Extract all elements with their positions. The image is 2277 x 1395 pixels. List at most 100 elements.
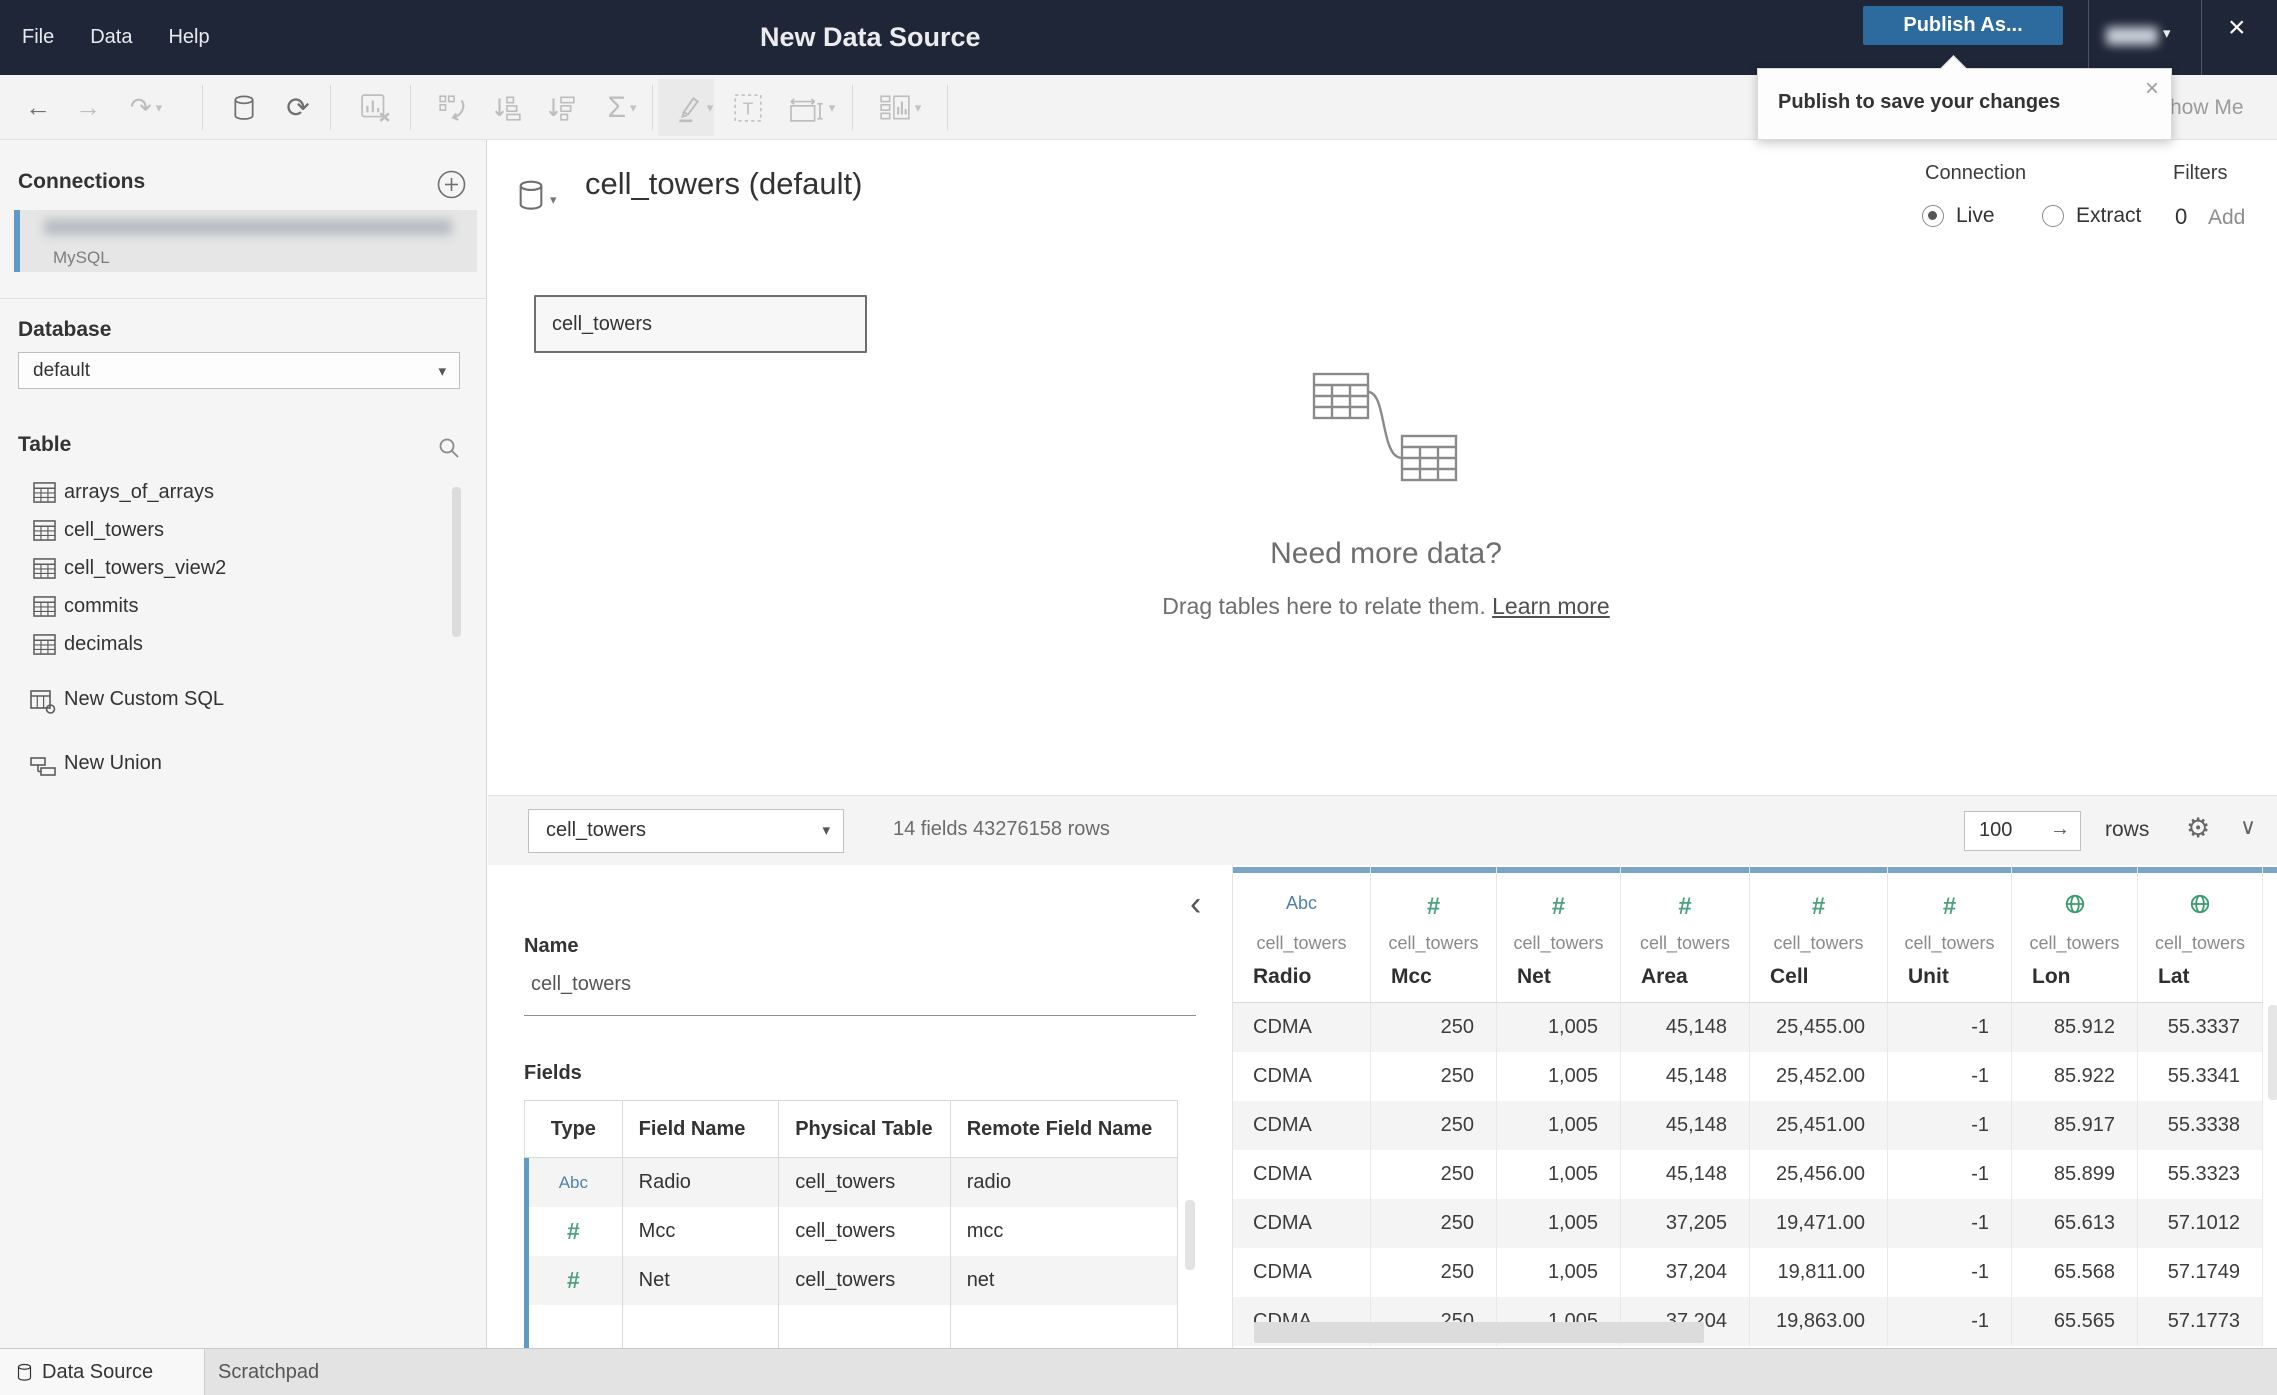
datasource-cylinder-icon[interactable]	[518, 180, 544, 211]
new-custom-sql-button[interactable]: New Custom SQL	[0, 683, 487, 721]
publish-as-button[interactable]: Publish As...	[1863, 6, 2063, 45]
grid-cell: 250	[1371, 1248, 1497, 1297]
column-header-strip	[1233, 867, 1370, 873]
grid-data-row[interactable]: CDMA 250 1,005 45,148 25,455.00 -1 85.912 55.33…	[1233, 1003, 2263, 1052]
tab-data-source[interactable]: Data Source	[0, 1349, 205, 1395]
grid-data-row[interactable]: CDMA 250 1,005 45,148 25,451.00 -1 85.917 55.33…	[1233, 1101, 2263, 1150]
preview-table-select-value: cell_towers	[546, 819, 647, 841]
refresh-icon[interactable]: ⟳	[280, 75, 316, 140]
grid-cell: 250	[1371, 1101, 1497, 1150]
new-union-button[interactable]: New Union	[0, 747, 487, 785]
extract-radio[interactable]	[2042, 205, 2064, 227]
fields-table-cell: Radio	[623, 1158, 780, 1207]
fields-table-row[interactable]: # Net cell_towers net	[524, 1256, 1177, 1305]
grid-vertical-scrollbar[interactable]	[2268, 1005, 2277, 1100]
table-list-item-label: commits	[64, 594, 139, 617]
connections-title: Connections	[18, 170, 146, 193]
new-union-label: New Union	[64, 752, 162, 774]
learn-more-link[interactable]: Learn more	[1492, 593, 1610, 619]
tooltip-close-icon[interactable]: ×	[2145, 75, 2159, 103]
grid-column-header-mcc[interactable]: # cell_towers Mcc	[1371, 867, 1497, 1002]
table-list: arrays_of_arrays cell_towers cell_towers_v…	[0, 473, 487, 663]
grid-cell: CDMA	[1233, 1101, 1371, 1150]
column-name: Unit	[1908, 965, 1949, 988]
grid-cell: 65.613	[2012, 1199, 2138, 1248]
grid-column-header-radio[interactable]: Abc cell_towers Radio	[1233, 867, 1371, 1002]
database-select[interactable]: default ▾	[18, 352, 460, 389]
undo-icon[interactable]: ←	[20, 75, 56, 140]
show-cards-icon[interactable]: ▾	[868, 75, 932, 140]
sort-descending-icon[interactable]	[540, 75, 582, 140]
fit-view-icon[interactable]: ▾	[778, 75, 844, 140]
grid-column-header-cell[interactable]: # cell_towers Cell	[1750, 867, 1888, 1002]
sidebar-scrollbar[interactable]	[452, 487, 461, 637]
extract-radio-group[interactable]: Extract	[2042, 204, 2141, 228]
menu-help[interactable]: Help	[168, 26, 209, 49]
grid-cell: 1,005	[1497, 1150, 1621, 1199]
grid-cell: 19,811.00	[1750, 1248, 1888, 1297]
reset-icon[interactable]: ↷ ▾	[116, 75, 176, 140]
table-search-icon[interactable]	[437, 436, 461, 460]
text-label-icon[interactable]	[728, 75, 768, 140]
field-row-accent-bar	[524, 1305, 529, 1348]
account-name-blurred[interactable]	[2106, 27, 2158, 45]
account-caret-icon[interactable]: ▾	[2163, 24, 2171, 42]
redo-icon[interactable]: →	[70, 75, 106, 140]
grid-column-header-area[interactable]: # cell_towers Area	[1621, 867, 1750, 1002]
live-radio-group[interactable]: Live	[1922, 204, 1995, 228]
fields-table-row[interactable]	[524, 1305, 1177, 1348]
sort-ascending-icon[interactable]	[486, 75, 528, 140]
grid-cell: 57.1773	[2138, 1297, 2263, 1346]
collapse-panel-chevron-icon[interactable]: ∨	[2240, 814, 2256, 840]
table-list-item[interactable]: decimals	[0, 625, 487, 663]
menu-file[interactable]: File	[22, 26, 54, 49]
grid-data-row[interactable]: CDMA 250 1,005 37,205 19,471.00 -1 65.613 57.10…	[1233, 1199, 2263, 1248]
grid-data-row[interactable]: CDMA 250 1,005 45,148 25,456.00 -1 85.899 55.33…	[1233, 1150, 2263, 1199]
grid-cell: 19,863.00	[1750, 1297, 1888, 1346]
gear-icon[interactable]: ⚙	[2186, 813, 2210, 844]
globe-icon	[2064, 893, 2086, 915]
row-limit-input[interactable]: 100 →	[1964, 811, 2081, 851]
datasource-icon[interactable]	[226, 75, 262, 140]
fields-table-row[interactable]: # Mcc cell_towers mcc	[524, 1207, 1177, 1256]
highlight-icon[interactable]: ▾	[662, 75, 724, 140]
grid-cell: 65.565	[2012, 1297, 2138, 1346]
apply-row-limit-icon[interactable]: →	[2050, 818, 2070, 841]
table-list-item[interactable]: cell_towers_view2	[0, 549, 487, 587]
grid-column-header-lat[interactable]: cell_towers Lat	[2138, 867, 2263, 1002]
datasource-caret-icon[interactable]: ▾	[550, 192, 557, 208]
column-name: Lat	[2158, 965, 2190, 988]
column-table-subtitle: cell_towers	[1639, 933, 1731, 953]
table-list-item[interactable]: cell_towers	[0, 511, 487, 549]
grid-column-header-lon[interactable]: cell_towers Lon	[2012, 867, 2138, 1002]
table-list-item[interactable]: arrays_of_arrays	[0, 473, 487, 511]
grid-column-header-unit[interactable]: # cell_towers Unit	[1888, 867, 2012, 1002]
grid-data-row[interactable]: CDMA 250 1,005 45,148 25,452.00 -1 85.922 55.33…	[1233, 1052, 2263, 1101]
grid-cell: 45,148	[1621, 1052, 1750, 1101]
fields-table-scrollbar[interactable]	[1185, 1200, 1195, 1270]
add-connection-icon[interactable]	[437, 170, 466, 199]
preview-table-select[interactable]: cell_towers ▾	[528, 809, 844, 853]
fields-table-row[interactable]: Abc Radio cell_towers radio	[524, 1158, 1177, 1207]
live-radio[interactable]	[1922, 205, 1944, 227]
column-header-strip	[2263, 867, 2277, 873]
connection-item[interactable]: MySQL	[14, 210, 477, 272]
collapse-metadata-icon[interactable]: ‹	[1190, 887, 1201, 921]
table-list-item[interactable]: commits	[0, 587, 487, 625]
grid-cell: 55.3323	[2138, 1150, 2263, 1199]
filters-add-link[interactable]: Add	[2208, 206, 2245, 230]
window-close-button[interactable]: ×	[2228, 13, 2246, 43]
menu-data[interactable]: Data	[90, 26, 132, 49]
name-value-input[interactable]: cell_towers	[531, 973, 631, 996]
clear-sheet-icon[interactable]	[354, 75, 398, 140]
toolbar-divider	[852, 85, 853, 130]
table-node-cell-towers[interactable]: cell_towers	[534, 295, 867, 353]
grid-data-row[interactable]: CDMA 250 1,005 37,204 19,811.00 -1 65.568 57.17…	[1233, 1248, 2263, 1297]
grid-cell: 85.899	[2012, 1150, 2138, 1199]
number-type-icon: #	[1678, 893, 1692, 920]
totals-icon[interactable]: Σ ▾	[592, 75, 652, 140]
tab-scratchpad[interactable]: Scratchpad	[205, 1349, 487, 1395]
grid-column-header-net[interactable]: # cell_towers Net	[1497, 867, 1621, 1002]
grid-horizontal-scrollbar[interactable]	[1254, 1322, 1704, 1343]
swap-axes-icon[interactable]	[432, 75, 474, 140]
